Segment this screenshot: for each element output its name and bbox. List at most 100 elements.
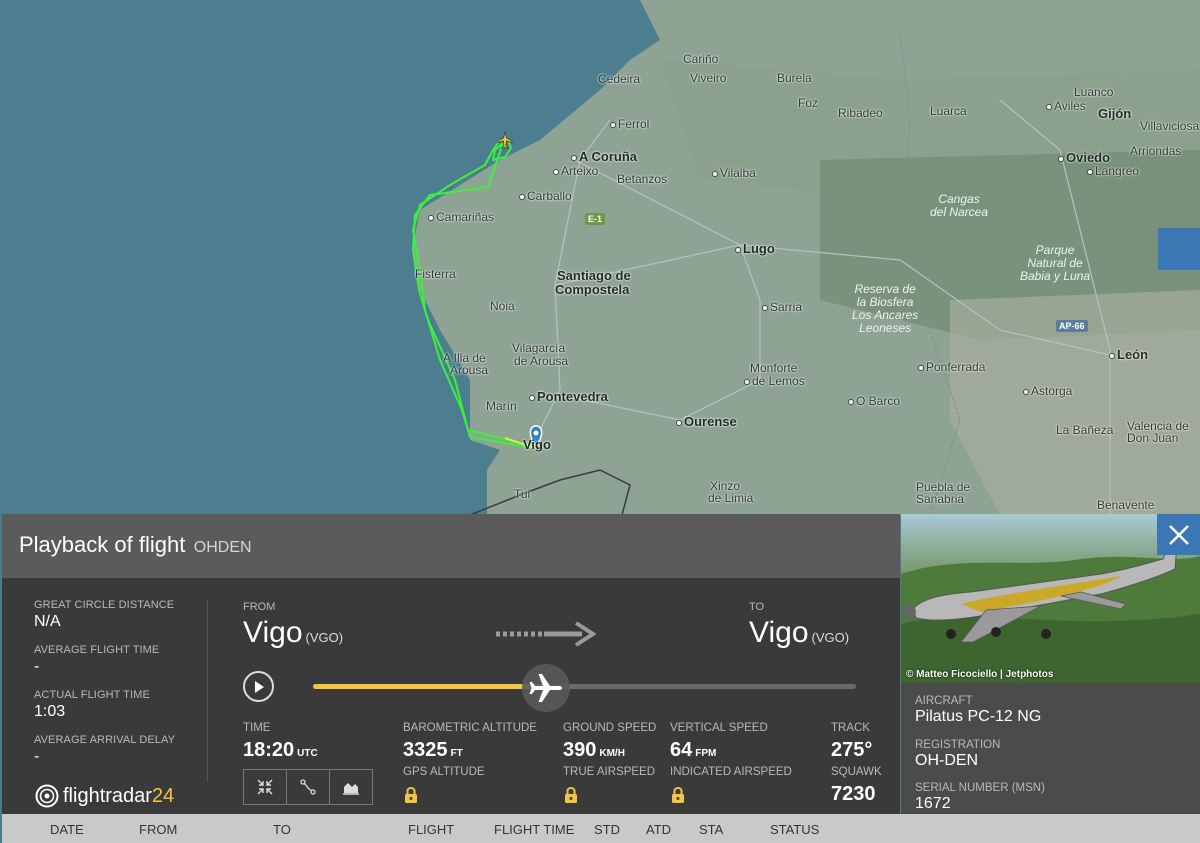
playback-handle[interactable] (522, 664, 571, 712)
photo-credit[interactable]: © Matteo Ficociello | Jetphotos (906, 669, 1053, 680)
stat-value: 1:03 (34, 703, 66, 720)
stat-label: AVERAGE ARRIVAL DELAY (34, 734, 176, 746)
flightradar24-logo[interactable]: flightradar 24 (35, 784, 174, 808)
baro-alt-value: 3325 FT (403, 739, 463, 762)
lock-icon[interactable] (671, 786, 685, 804)
to-city: Vigo (749, 616, 809, 649)
map-control-button[interactable] (1158, 228, 1200, 270)
map-place-label: de Arousa (514, 354, 569, 368)
map-place-label: Camariñas (428, 211, 494, 224)
to-airport[interactable]: Vigo (VGO) (749, 616, 849, 650)
column-date[interactable]: DATE (50, 822, 84, 837)
airplane-icon (529, 674, 563, 702)
collapse-view-button[interactable] (244, 770, 287, 804)
ground-speed-unit: KM/H (599, 748, 625, 759)
stat-label: ACTUAL FLIGHT TIME (34, 689, 150, 701)
true-airspeed-label: TRUE AIRSPEED (563, 766, 656, 778)
map-place-label: León (1109, 348, 1148, 361)
stat-value: N/A (34, 613, 61, 630)
close-button[interactable] (1157, 514, 1200, 555)
from-label: FROM (243, 601, 276, 613)
route-arrow-icon (496, 621, 596, 647)
place-dot-icon (1058, 155, 1064, 162)
road-badge: AP-66 (1056, 320, 1088, 332)
aircraft-panel: © Matteo Ficociello | Jetphotos AIRCRAFT… (901, 514, 1200, 814)
aircraft-image (901, 543, 1200, 683)
map-place-label: Betanzos (617, 172, 668, 186)
map-place-label: Fisterra (415, 267, 456, 281)
map-place-label: La Bañeza (1056, 423, 1114, 437)
play-button[interactable] (243, 671, 274, 702)
stat-value: - (34, 658, 40, 675)
map-place-label: Viveiro (690, 71, 727, 85)
aircraft-type-value[interactable]: Pilatus PC-12 NG (915, 708, 1041, 726)
logo-suffix: 24 (151, 784, 175, 807)
close-icon (1168, 524, 1189, 545)
map-place-label: Vilalba (712, 167, 756, 180)
column-status[interactable]: STATUS (770, 822, 819, 837)
stat-label: GREAT CIRCLE DISTANCE (34, 599, 175, 611)
route-view-button[interactable] (287, 770, 330, 804)
flight-stats: GREAT CIRCLE DISTANCE N/A AVERAGE FLIGHT… (34, 599, 204, 779)
map-place-label: Astorga (1023, 385, 1072, 398)
column-flight[interactable]: FLIGHT (408, 822, 454, 837)
map-place-label: Langreo (1087, 165, 1139, 178)
map-place-label: Luanco (1074, 85, 1114, 99)
map-place-label: Vigo (523, 437, 551, 452)
place-dot-icon (676, 419, 682, 426)
place-dot-icon (1023, 388, 1029, 395)
squawk-label: SQUAWK (831, 766, 882, 778)
serial-number-value: 1672 (915, 795, 951, 812)
play-icon (254, 680, 264, 693)
column-std[interactable]: STD (594, 822, 620, 837)
collapse-icon (257, 779, 273, 795)
panel-header: Playback of flight OHDEN (2, 514, 900, 578)
map-place-label: A Coruña (571, 150, 637, 163)
flight-callsign: OHDEN (193, 539, 252, 556)
column-atd[interactable]: ATD (646, 822, 671, 837)
map-place-label: Lugo (735, 242, 775, 255)
column-from[interactable]: FROM (139, 822, 177, 837)
logo-text: flightradar (63, 784, 152, 807)
time-number: 18:20 (243, 739, 295, 761)
baro-alt-label: BAROMETRIC ALTITUDE (403, 722, 537, 734)
playback-progress-fill (313, 684, 547, 689)
place-dot-icon (1109, 352, 1115, 359)
map-place-label: Gijón (1098, 106, 1132, 121)
map-place-label: Sarria (762, 301, 802, 314)
column-to[interactable]: TO (273, 822, 291, 837)
map-place-label: de Limia (708, 491, 754, 505)
registration-value[interactable]: OH-DEN (915, 752, 978, 770)
map-place-label: Benavente (1097, 498, 1155, 512)
stat-value: - (34, 748, 40, 765)
place-dot-icon (610, 121, 616, 128)
map-place-label: Ourense (676, 415, 737, 428)
lock-icon[interactable] (564, 786, 578, 804)
from-city: Vigo (243, 616, 303, 649)
map-place-label: Villaviciosa (1140, 119, 1200, 133)
graph-view-button[interactable] (330, 770, 372, 804)
place-dot-icon (918, 364, 924, 371)
map-place-label: Santiago de (557, 268, 631, 283)
map-place-label: Ponferrada (918, 361, 985, 374)
from-code: (VGO) (305, 630, 344, 645)
from-airport[interactable]: Vigo (VGO) (243, 616, 343, 650)
map-place-label: Arteixo (553, 165, 598, 178)
vertical-speed-unit: FPM (695, 748, 717, 759)
map-place-label: Arriondas (1130, 144, 1182, 158)
aircraft-photo[interactable]: © Matteo Ficociello | Jetphotos (901, 514, 1200, 683)
flight-map[interactable]: Cariño Cedeira Viveiro Burela Luanco Aviles Gi… (0, 0, 1200, 515)
road-badge: E-1 (585, 213, 606, 225)
map-park-label: Parque Natural de Babia y Luna (1020, 243, 1091, 283)
time-label: TIME (243, 722, 271, 734)
registration-label: REGISTRATION (915, 739, 1001, 751)
column-sta[interactable]: STA (699, 822, 723, 837)
ground-speed-label: GROUND SPEED (563, 722, 657, 734)
stat-label: AVERAGE FLIGHT TIME (34, 644, 160, 656)
time-unit: UTC (297, 748, 318, 759)
column-flight-time[interactable]: FLIGHT TIME (494, 822, 574, 837)
lock-icon[interactable] (404, 786, 418, 804)
map-place-label: Ferrol (610, 118, 649, 131)
playback-slider[interactable] (313, 664, 856, 712)
map-place-label: Compostela (555, 282, 630, 297)
